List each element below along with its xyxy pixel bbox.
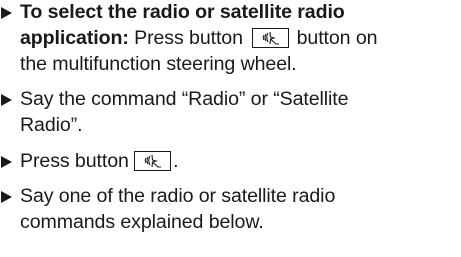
bullet-arrow-icon xyxy=(1,7,12,19)
step-1-line-3: the multifunction steering wheel. xyxy=(20,53,297,75)
step-3-text-b: . xyxy=(173,150,179,172)
instruction-list: To select the radio or satellite radio a… xyxy=(0,0,461,257)
step-3-line-1: Press button . xyxy=(20,149,179,175)
step-1-text-b: button on xyxy=(291,27,378,49)
step-1-text-a: Press button xyxy=(128,27,249,49)
step-1-heading-line-1: To select the radio or satellite radio xyxy=(20,1,345,23)
step-4-line-1: Say one of the radio or satellite radio xyxy=(20,185,336,207)
step-2-line-1: Say the command “Radio” or “Satellite xyxy=(20,88,349,110)
bullet-arrow-icon xyxy=(1,94,12,106)
step-1-heading-line-2: application: xyxy=(20,27,129,49)
bullet-arrow-icon xyxy=(1,191,12,203)
voice-control-button-icon xyxy=(134,151,172,171)
voice-control-button-icon xyxy=(252,28,290,48)
bullet-arrow-icon xyxy=(1,156,12,168)
step-1-line-2: application: Press button button on xyxy=(20,26,378,52)
step-3-text-a: Press button xyxy=(20,150,135,172)
step-2-line-2: Radio”. xyxy=(20,114,83,136)
step-4-line-2: commands explained below. xyxy=(20,211,264,233)
